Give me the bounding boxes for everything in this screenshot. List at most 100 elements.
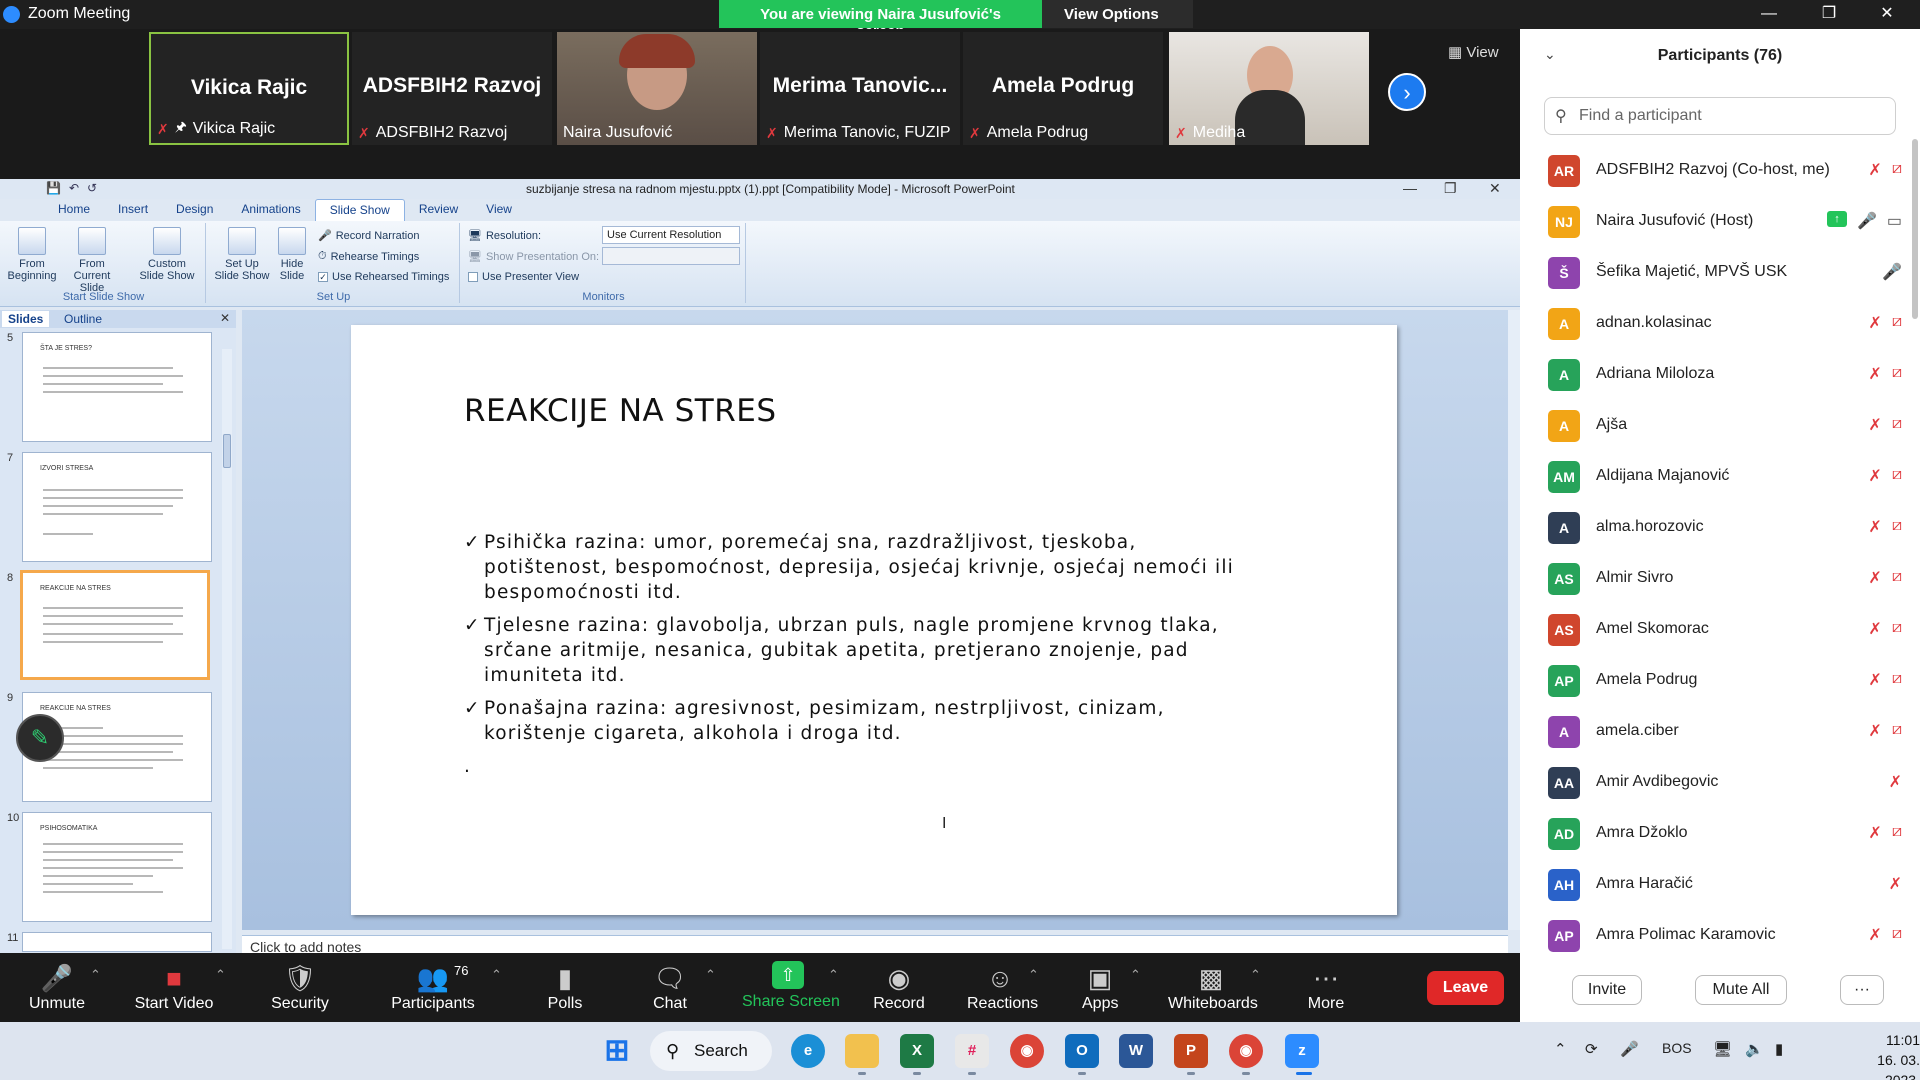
whiteboards-caret-icon[interactable]: ⌃ [1250,967,1261,983]
next-page-button[interactable]: › [1388,73,1426,111]
rehearse-timings-button[interactable]: ⏱ Rehearse Timings [318,250,419,263]
video-tile[interactable]: ADSFBIH2 Razvoj ✗ ADSFBIH2 Razvoj [352,32,552,145]
close-button[interactable]: ✕ [1858,0,1916,29]
scrollbar-thumb[interactable] [1912,139,1918,319]
video-options-caret-icon[interactable]: ⌃ [215,967,226,983]
redo-icon[interactable]: ↺ [87,181,97,195]
chrome-icon[interactable]: ◉ [1010,1034,1044,1068]
participant-search-input[interactable]: ⚲ Find a participant [1544,97,1896,135]
slide-scrollbar[interactable] [1508,310,1520,930]
security-button[interactable]: 🛡 Security [268,961,332,1013]
slack-icon[interactable]: # [955,1034,989,1068]
resolution-select[interactable]: Use Current Resolution [602,226,740,244]
participant-row[interactable]: Aadnan.kolasinac ✗ ⧄ [1520,299,1910,350]
participant-row[interactable]: AR ADSFBIH2 Razvoj (Co-host, me) ✗ ⧄ [1520,146,1910,197]
participant-row[interactable]: AP Amra Polimac Karamovic ✗ ⧄ [1520,911,1910,962]
participant-row[interactable]: Aamela.ciber ✗ ⧄ [1520,707,1910,758]
slide-thumbnail[interactable]: IZVORI STRESA [22,452,212,562]
word-icon[interactable]: W [1119,1034,1153,1068]
powerpoint-icon[interactable]: P [1174,1034,1208,1068]
slide-thumbnail[interactable] [22,932,212,952]
custom-slide-show-button[interactable]: Custom Slide Show [136,227,198,282]
save-icon[interactable]: 💾 [46,181,61,195]
undo-icon[interactable]: ↶ [69,181,79,195]
mute-all-button[interactable]: Mute All [1695,975,1787,1005]
from-beginning-button[interactable]: From Beginning [6,227,58,282]
participant-row[interactable]: AA Amir Avdibegovic ✗ [1520,758,1910,809]
chrome-profile-icon[interactable]: ◉ [1229,1034,1263,1068]
taskbar-search[interactable]: ⚲ Search [650,1031,772,1071]
participant-row[interactable]: AP Amela Podrug ✗ ⧄ [1520,656,1910,707]
language-indicator[interactable]: BOS [1662,1040,1692,1056]
record-narration-button[interactable]: 🎤 Record Narration [318,229,419,243]
sync-icon[interactable]: ⟳ [1585,1040,1598,1058]
taskbar-clock[interactable]: 11:01 16. 03. 2023. [1843,1030,1920,1080]
video-tile[interactable]: Vikica Rajic ✗ 🖈 Vikica Rajic [149,32,349,145]
more-options-button[interactable]: ··· [1840,975,1884,1005]
tab-review[interactable]: Review [405,199,472,221]
set-up-slide-show-button[interactable]: Set Up Slide Show [214,227,270,282]
participant-row[interactable]: NJ Naira Jusufović (Host) ↑ 🎤 ▭ [1520,197,1910,248]
apps-button[interactable]: ▣ Apps [1082,961,1118,1013]
show-presentation-on-select[interactable] [602,247,740,265]
slide-thumbnail[interactable]: PSIHOSOMATIKA [22,812,212,922]
slide-thumbnail-selected[interactable]: REAKCIJE NA STRES [20,570,210,680]
volume-icon[interactable]: 🔈 [1745,1040,1764,1058]
outlook-icon[interactable]: O [1065,1034,1099,1068]
whiteboards-button[interactable]: ▩ Whiteboards [1168,961,1258,1013]
use-presenter-view-checkbox[interactable]: Use Presenter View [468,271,579,283]
participants-caret-icon[interactable]: ⌃ [491,967,502,983]
audio-options-caret-icon[interactable]: ⌃ [90,967,101,983]
tab-slides[interactable]: Slides [2,311,50,327]
participant-row[interactable]: Š Šefika Majetić, MPVŠ USK 🎤 [1520,248,1910,299]
participant-row[interactable]: A Ajša ✗ ⧄ [1520,401,1910,452]
video-tile[interactable]: Amela Podrug ✗ Amela Podrug [963,32,1163,145]
tab-animations[interactable]: Animations [227,199,314,221]
windows-start-icon[interactable]: ⊞ [600,1034,634,1068]
participant-row[interactable]: A Adriana Miloloza ✗ ⧄ [1520,350,1910,401]
tab-design[interactable]: Design [162,199,227,221]
chat-caret-icon[interactable]: ⌃ [705,967,716,983]
ppt-close-button[interactable]: ✕ [1489,180,1501,197]
close-pane-icon[interactable]: ✕ [220,311,230,325]
microphone-tray-icon[interactable]: 🎤 [1620,1040,1639,1058]
record-button[interactable]: ◉ Record [873,961,925,1013]
polls-button[interactable]: ▮ Polls [540,961,590,1013]
minimize-button[interactable]: — [1740,0,1798,29]
participant-row[interactable]: AD Amra Džoklo ✗ ⧄ [1520,809,1910,860]
network-icon[interactable]: 🖥 [1713,1040,1732,1058]
battery-icon[interactable]: ▮ [1775,1040,1783,1058]
scrollbar-thumb[interactable] [223,434,231,468]
share-caret-icon[interactable]: ⌃ [828,967,839,983]
tab-home[interactable]: Home [44,199,104,221]
show-hidden-icons-icon[interactable]: ⌃ [1554,1040,1567,1058]
ppt-restore-button[interactable]: ❐ [1444,180,1457,197]
use-rehearsed-timings-checkbox[interactable]: ✓ Use Rehearsed Timings [318,271,449,283]
leave-button[interactable]: Leave [1427,971,1504,1005]
slide-bullet-list[interactable]: ✓ Psihička razina: umor, poremećaj sna, r… [464,530,1264,779]
participant-row[interactable]: AS Almir Sivro ✗ ⧄ [1520,554,1910,605]
reactions-caret-icon[interactable]: ⌃ [1028,967,1039,983]
participant-row[interactable]: Aalma.horozovic ✗ ⧄ [1520,503,1910,554]
hide-slide-button[interactable]: Hide Slide [274,227,310,282]
excel-icon[interactable]: X [900,1034,934,1068]
annotate-pen-button[interactable]: ✎ [16,714,64,762]
video-tile[interactable]: Merima Tanovic... ✗ Merima Tanovic, FUZIP [760,32,960,145]
tab-view[interactable]: View [472,199,526,221]
zoom-taskbar-icon[interactable]: z [1285,1034,1319,1068]
participant-row[interactable]: AS Amel Skomorac ✗ ⧄ [1520,605,1910,656]
chat-button[interactable]: 🗨 Chat [650,961,690,1013]
apps-caret-icon[interactable]: ⌃ [1130,967,1141,983]
notes-pane[interactable]: Click to add notes [242,935,1508,953]
participant-scrollbar[interactable] [1910,139,1920,979]
tab-insert[interactable]: Insert [104,199,162,221]
video-tile[interactable]: Naira Jusufović [557,32,757,145]
participant-row[interactable]: AH Amra Haračić ✗ [1520,860,1910,911]
file-explorer-icon[interactable] [845,1034,879,1068]
from-current-slide-button[interactable]: From Current Slide [64,227,120,294]
slide-thumbnail[interactable]: ŠTA JE STRES? [22,332,212,442]
more-button[interactable]: ⋯ More [1306,961,1346,1013]
edge-icon[interactable]: e [791,1034,825,1068]
tab-slide-show[interactable]: Slide Show [314,199,405,221]
share-screen-button[interactable]: ⇧ Share Screen [742,961,840,1011]
